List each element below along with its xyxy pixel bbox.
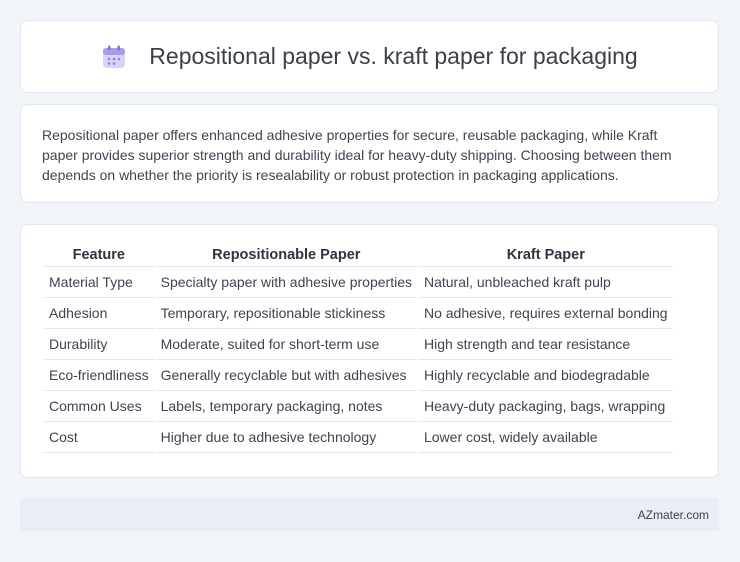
- table-row: Durability Moderate, suited for short-te…: [44, 329, 673, 360]
- table-cell: No adhesive, requires external bonding: [418, 298, 673, 329]
- table-row: Eco-friendliness Generally recyclable bu…: [44, 360, 673, 391]
- table-row: Adhesion Temporary, repositionable stick…: [44, 298, 673, 329]
- table-cell: Natural, unbleached kraft pulp: [418, 267, 673, 298]
- table-header-row: Feature Repositionable Paper Kraft Paper: [44, 247, 673, 267]
- title-card: Repositional paper vs. kraft paper for p…: [20, 20, 719, 93]
- table-cell: Generally recyclable but with adhesives: [155, 360, 417, 391]
- table-cell: Cost: [44, 422, 154, 453]
- column-header-repositionable: Repositionable Paper: [155, 247, 417, 267]
- footer-bar: AZmater.com: [20, 498, 719, 531]
- table-cell: Lower cost, widely available: [418, 422, 673, 453]
- column-header-kraft: Kraft Paper: [418, 247, 673, 267]
- comparison-card: Feature Repositionable Paper Kraft Paper…: [20, 224, 719, 478]
- title-wrap: Repositional paper vs. kraft paper for p…: [21, 21, 718, 92]
- table-cell: Labels, temporary packaging, notes: [155, 391, 417, 422]
- column-header-feature: Feature: [44, 247, 154, 267]
- footer-brand[interactable]: AZmater.com: [638, 508, 709, 522]
- table-cell: Higher due to adhesive technology: [155, 422, 417, 453]
- table-cell: Moderate, suited for short-term use: [155, 329, 417, 360]
- table-cell: Specialty paper with adhesive properties: [155, 267, 417, 298]
- calendar-icon: [103, 45, 126, 68]
- table-cell: High strength and tear resistance: [418, 329, 673, 360]
- table-row: Material Type Specialty paper with adhes…: [44, 267, 673, 298]
- table-cell: Eco-friendliness: [44, 360, 154, 391]
- table-cell: Material Type: [44, 267, 154, 298]
- summary-text: Repositional paper offers enhanced adhes…: [42, 127, 672, 183]
- table-cell: Durability: [44, 329, 154, 360]
- page-title: Repositional paper vs. kraft paper for p…: [149, 43, 638, 69]
- table-cell: Heavy-duty packaging, bags, wrapping: [418, 391, 673, 422]
- table-cell: Highly recyclable and biodegradable: [418, 360, 673, 391]
- table-cell: Adhesion: [44, 298, 154, 329]
- comparison-table: Feature Repositionable Paper Kraft Paper…: [42, 247, 675, 453]
- summary-card: Repositional paper offers enhanced adhes…: [20, 104, 719, 203]
- table-cell: Temporary, repositionable stickiness: [155, 298, 417, 329]
- table-row: Common Uses Labels, temporary packaging,…: [44, 391, 673, 422]
- table-row: Cost Higher due to adhesive technology L…: [44, 422, 673, 453]
- table-cell: Common Uses: [44, 391, 154, 422]
